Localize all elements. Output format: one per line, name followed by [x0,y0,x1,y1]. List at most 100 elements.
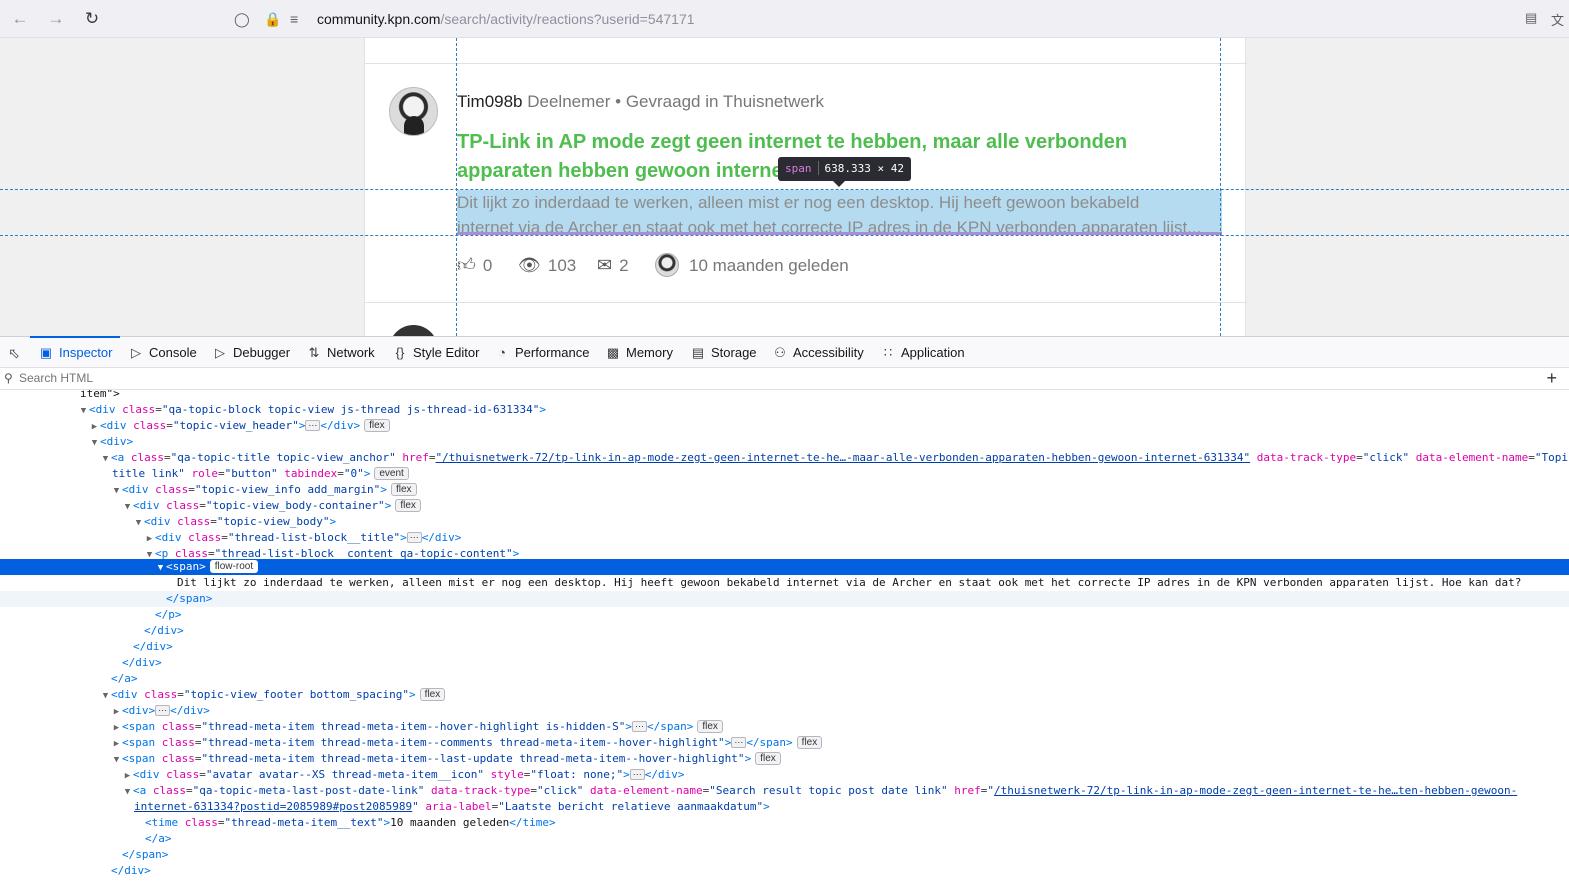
tab-accessibility[interactable]: ⚇ Accessibility [772,337,864,368]
highlighter-guide [1220,38,1221,336]
event-badge[interactable]: event [374,467,409,480]
tree-text-node[interactable]: Dit lijkt zo inderdaad te werken, alleen… [0,575,1569,591]
tab-performance[interactable]: ◔ Performance [494,337,589,368]
tree-node[interactable]: ▼ <div class="qa-topic-block topic-view j… [0,402,1569,418]
tree-node[interactable]: ▼ <div> [0,434,1569,450]
tree-node[interactable]: ▶ <span class="thread-meta-item thread-me… [0,735,1569,751]
expand-icon[interactable]: ▶ [111,736,122,752]
collapse-icon[interactable]: ▼ [100,688,111,704]
search-icon: ⚲ [4,371,13,385]
flow-root-badge[interactable]: flow-root [209,560,259,573]
collapse-icon[interactable]: ▼ [78,403,89,419]
author-name[interactable]: Tim098b [457,92,523,111]
flex-badge[interactable]: flex [796,736,823,749]
forward-icon[interactable]: → [46,9,66,29]
tab-memory[interactable]: ▩ Memory [605,337,673,368]
tree-node-selected[interactable]: ▼ <span> flow-root [0,559,1569,575]
tab-storage[interactable]: ▤ Storage [690,337,757,368]
tree-node[interactable]: ▶ <div class="avatar avatar--XS thread-me… [0,767,1569,783]
expand-icon[interactable]: ▶ [111,720,122,736]
flex-badge[interactable]: flex [395,499,421,512]
tree-node[interactable]: </p> [0,607,1569,623]
back-icon[interactable]: ← [10,9,30,29]
topic-excerpt[interactable]: Dit lijkt zo inderdaad te werken, alleen… [457,190,1222,235]
eye-icon: 👁︎ [518,255,541,275]
element-picker-icon[interactable]: ⬁ [3,343,25,363]
tab-console[interactable]: ▷ Console [128,337,197,368]
tab-network[interactable]: ⇅ Network [306,337,375,368]
ellipsis-icon[interactable]: ⋯ [731,737,747,748]
tree-node[interactable]: title link" role="button" tabindex="0"> e… [0,466,1569,482]
tree-node[interactable]: </span> [0,591,1569,607]
tab-debugger[interactable]: ▷ Debugger [212,337,290,368]
tree-node[interactable]: ▼ <div class="topic-view_footer bottom_sp… [0,687,1569,703]
reload-icon[interactable]: ↻ [82,9,102,29]
tree-node[interactable]: <time class="thread-meta-item__text">10 … [0,815,1569,831]
collapse-icon[interactable]: ▼ [111,483,122,499]
tab-style-editor[interactable]: {} Style Editor [392,337,480,368]
tree-node[interactable]: ▼ <div class="topic-view_info add_margin"… [0,482,1569,498]
flex-badge[interactable]: flex [755,752,781,765]
highlighter-guide [0,235,1569,236]
avatar[interactable] [389,325,438,336]
tree-node[interactable]: </div> [0,623,1569,639]
flex-badge[interactable]: flex [419,688,446,701]
ellipsis-icon[interactable]: ⋯ [631,721,647,732]
lock-icon[interactable]: 🔒 [264,10,281,28]
last-update-text[interactable]: 10 maanden geleden [689,256,849,275]
category-link[interactable]: Thuisnetwerk [723,92,824,111]
flex-badge[interactable]: flex [364,419,390,432]
comments-item[interactable]: ✉︎ 2 [597,253,629,278]
collapse-icon[interactable]: ▼ [133,515,144,531]
ellipsis-icon[interactable]: ⋯ [305,420,321,431]
tree-node[interactable]: ▼ <a class="qa-topic-title topic-view_anc… [0,450,1569,466]
tree-node[interactable]: item"> [0,390,1569,402]
collapse-icon[interactable]: ▼ [122,784,133,800]
tree-node[interactable]: </div> [0,655,1569,671]
infobar-arrow [833,181,845,187]
highlighter-infobar: span 638.333 × 42 [778,157,911,181]
ellipsis-icon[interactable]: ⋯ [629,769,645,780]
flex-badge[interactable]: flex [697,720,723,733]
likes-item[interactable]: 👍︎ 0 [457,253,492,278]
ellipsis-icon[interactable]: ⋯ [155,705,171,716]
last-update-item[interactable]: 10 maanden geleden [655,253,849,278]
url-text[interactable]: community.kpn.com/search/activity/reacti… [317,11,695,27]
expand-icon[interactable]: ▶ [111,704,122,720]
ellipsis-icon[interactable]: ⋯ [406,532,422,543]
translate-icon[interactable]: 文 [1551,10,1564,29]
reader-view-icon[interactable]: ▤ [1525,10,1537,26]
avatar[interactable] [389,87,438,136]
collapse-icon[interactable]: ▼ [89,435,100,451]
tree-node[interactable]: ▼ <div class="topic-view_body-container">… [0,498,1569,514]
author-role: Deelnemer [527,92,611,111]
tree-node[interactable]: </div> [0,863,1569,879]
search-html-input[interactable] [19,371,1419,385]
tree-node[interactable]: ▼ <a class="qa-topic-meta-last-post-date-… [0,783,1569,799]
tree-node[interactable]: </span> [0,847,1569,863]
expand-icon[interactable]: ▶ [122,768,133,784]
url-bar[interactable]: ◯ 🔒 ≡ community.kpn.com/search/activity/… [228,4,1558,34]
tree-node[interactable]: internet-631334?postid=2085989#post20859… [0,799,1569,815]
tree-node[interactable]: </a> [0,831,1569,847]
tree-node[interactable]: </a> [0,671,1569,687]
tree-node[interactable]: ▶ <div class="thread-list-block__title"> ⋯… [0,530,1569,546]
tree-node[interactable]: </div> [0,639,1569,655]
permissions-icon[interactable]: ≡ [290,10,298,28]
tab-inspector[interactable]: ▣ Inspector [29,336,122,368]
tree-node[interactable]: ▶ <div> ⋯ </div> [0,703,1569,719]
collapse-icon[interactable]: ▼ [122,499,133,515]
tree-node[interactable]: ▼ <div class="topic-view_body"> [0,514,1569,530]
expand-icon[interactable]: ▶ [144,531,155,547]
collapse-icon[interactable]: ▼ [100,451,111,467]
tree-node[interactable]: ▼ <span class="thread-meta-item thread-me… [0,751,1569,767]
collapse-icon[interactable]: ▼ [111,752,122,768]
expand-icon[interactable]: ▶ [89,419,100,435]
add-node-button[interactable]: + [1546,368,1557,388]
collapse-icon[interactable]: ▼ [155,560,166,576]
shield-icon[interactable]: ◯ [234,10,250,28]
tab-application[interactable]: ∷ Application [880,337,965,368]
flex-badge[interactable]: flex [390,483,417,496]
tree-node[interactable]: ▶ <span class="thread-meta-item thread-me… [0,719,1569,735]
tree-node[interactable]: ▶ <div class="topic-view_header"> ⋯ </div> f… [0,418,1569,434]
